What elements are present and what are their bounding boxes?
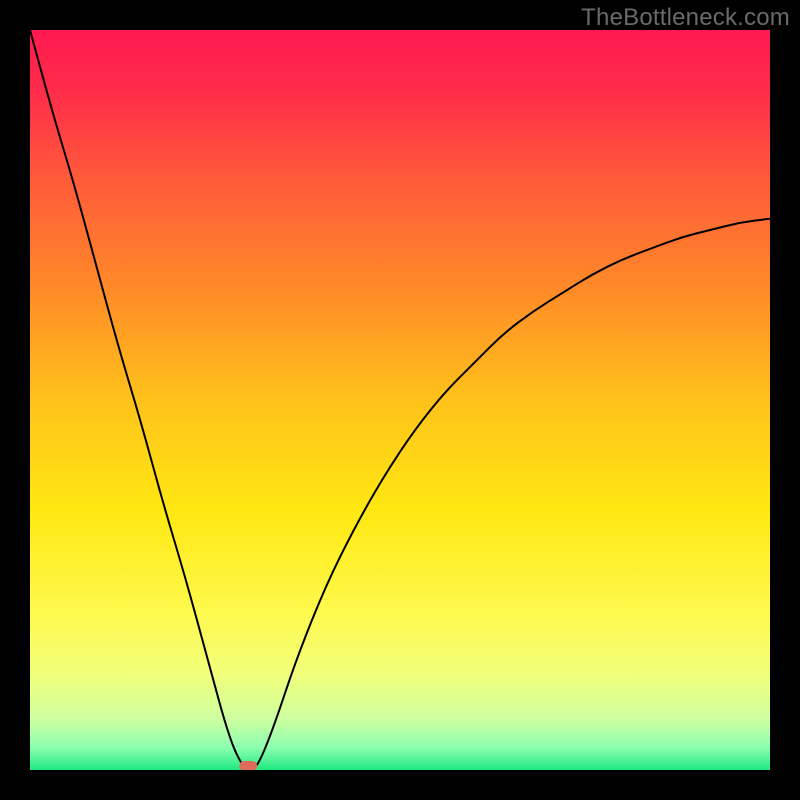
watermark-text: TheBottleneck.com: [581, 4, 790, 32]
chart-svg: [30, 30, 770, 770]
chart-container: TheBottleneck.com: [0, 0, 800, 800]
minimum-marker: [239, 761, 257, 770]
gradient-background: [30, 30, 770, 770]
plot-area: [30, 30, 770, 770]
